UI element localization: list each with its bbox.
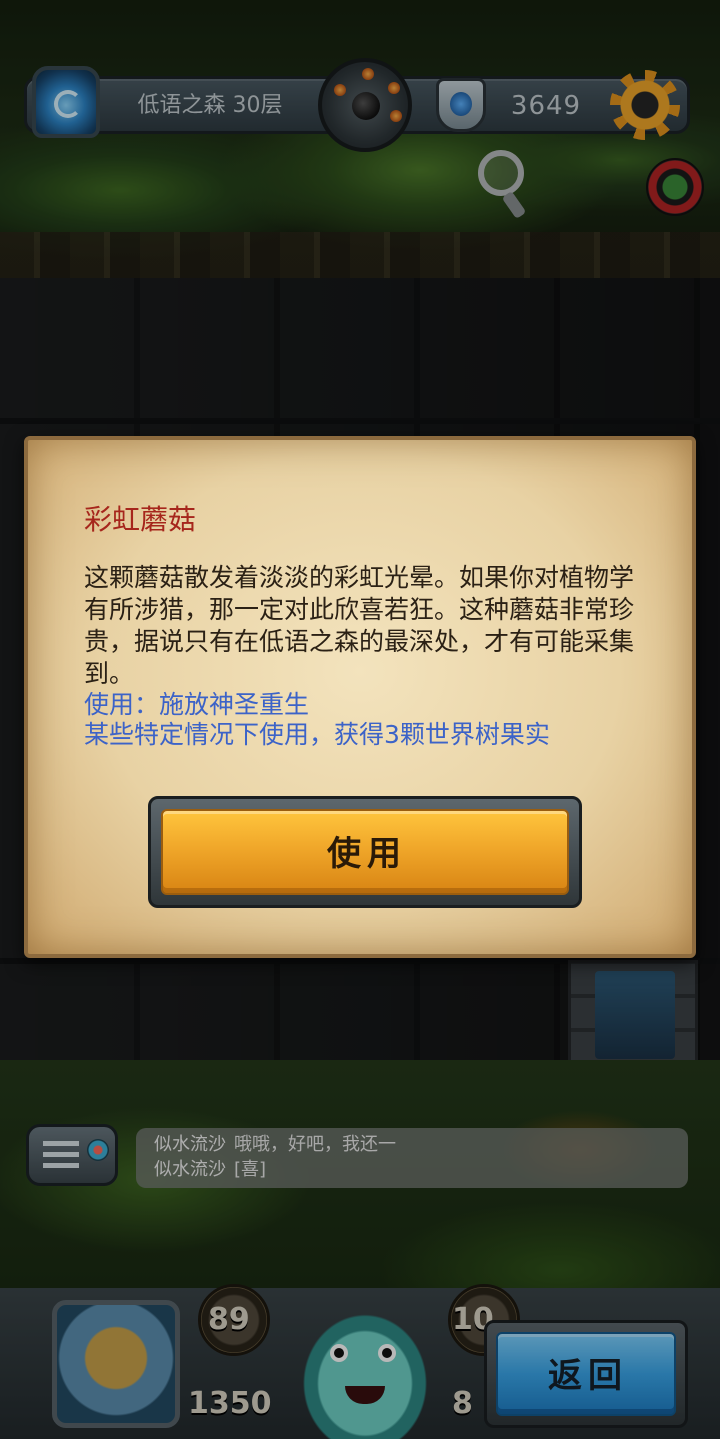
monster-eye: [378, 1344, 396, 1362]
attack-value: 89: [208, 1302, 250, 1337]
item-usage: 使用：施放神圣重生 某些特定情况下使用，获得3颗世界树果实: [84, 690, 644, 750]
chat-message: 似水流沙 [喜]: [154, 1158, 674, 1182]
portal-swirl: [54, 90, 82, 118]
goblin-badge-icon[interactable]: [646, 158, 704, 216]
shield-gem: [450, 92, 472, 116]
portal-icon[interactable]: [32, 66, 100, 138]
stone-door[interactable]: [568, 960, 698, 1065]
bomb-charge-dot: [388, 82, 400, 94]
item-usage-line: 某些特定情况下使用，获得3颗世界树果实: [84, 720, 550, 749]
chat-box[interactable]: 似水流沙 哦哦，好吧，我还一 似水流沙 [喜]: [136, 1128, 688, 1188]
item-usage-line: 使用：施放神圣重生: [84, 690, 310, 719]
chat-text: [喜]: [234, 1159, 267, 1180]
bomb-icon[interactable]: [318, 58, 412, 152]
item-title: 彩虹蘑菇: [84, 503, 197, 536]
dungeon-divider: [0, 418, 720, 424]
chat-menu-icon: [43, 1141, 79, 1169]
hp-value: 1350: [188, 1386, 272, 1421]
chat-message: 似水流沙 哦哦，好吧，我还一: [154, 1133, 674, 1157]
extra-value: 8: [452, 1386, 473, 1421]
back-button[interactable]: 返回: [484, 1320, 688, 1428]
monster-eye: [330, 1344, 348, 1362]
item-description: 这颗蘑菇散发着淡淡的彩虹光晕。如果你对植物学有所涉猎，那一定对此欣喜若狂。这种蘑…: [84, 563, 635, 688]
use-button[interactable]: 使用: [148, 796, 582, 908]
monster-mouth: [345, 1386, 385, 1404]
shield-icon: [436, 78, 486, 132]
floor-label: 低语之森 30层: [137, 93, 283, 118]
hero-portrait[interactable]: [52, 1300, 180, 1428]
magnifier-icon[interactable]: [478, 150, 524, 196]
gold-count: 3649: [510, 91, 582, 121]
chat-indicator-icon: [87, 1139, 109, 1161]
item-dialog: 彩虹蘑菇 这颗蘑菇散发着淡淡的彩虹光晕。如果你对植物学有所涉猎，那一定对此欣喜若…: [24, 436, 696, 958]
back-button-label: 返回: [548, 1356, 628, 1396]
bomb-core: [352, 92, 380, 120]
chat-text: 哦哦，好吧，我还一: [234, 1134, 396, 1155]
bomb-charge-dot: [390, 110, 402, 122]
monster-companion: [290, 1300, 440, 1439]
use-button-label: 使用: [327, 834, 407, 874]
top-ground-strip: [0, 232, 720, 278]
use-button-face: 使用: [161, 809, 569, 895]
back-button-face: 返回: [496, 1332, 676, 1416]
chat-menu-button[interactable]: [26, 1124, 118, 1186]
chat-sender: 似水流沙: [154, 1159, 226, 1180]
stone-door-window: [595, 971, 675, 1059]
chat-sender: 似水流沙: [154, 1134, 226, 1155]
bomb-charge-dot: [334, 84, 346, 96]
bomb-charge-dot: [362, 68, 374, 80]
gear-icon[interactable]: [610, 70, 680, 140]
